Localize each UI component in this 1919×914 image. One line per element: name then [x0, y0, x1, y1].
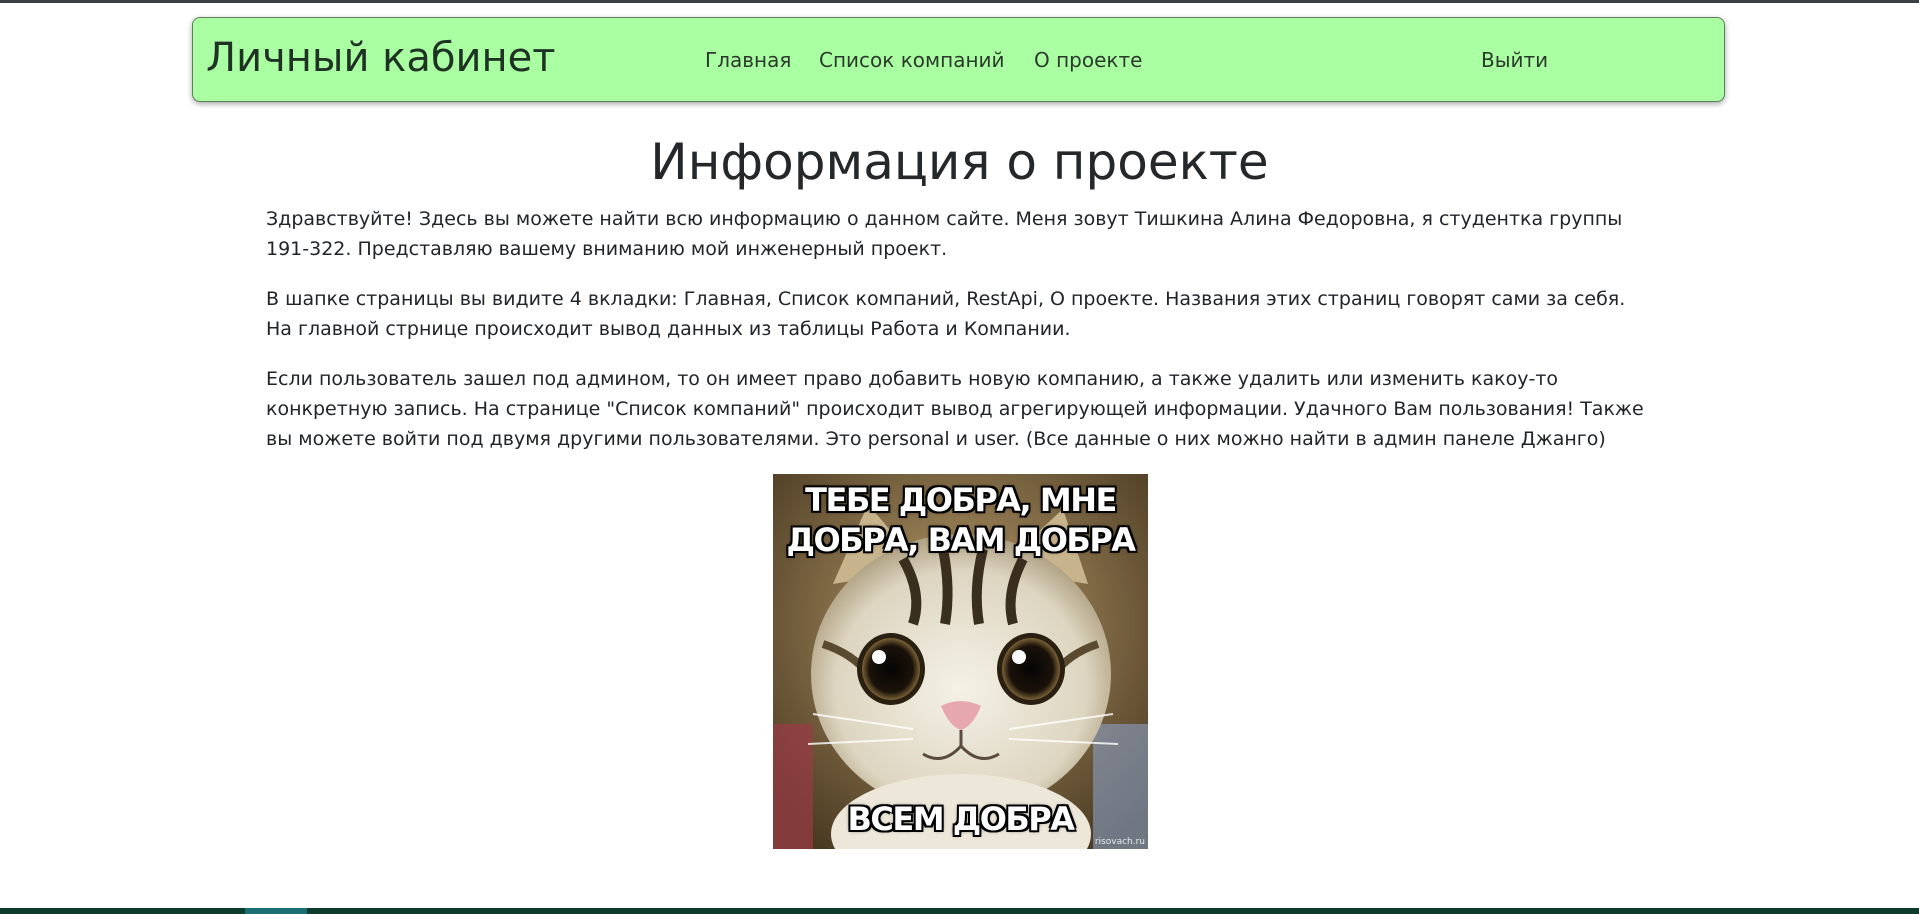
navbar: Личный кабинет Главная Список компаний О… — [192, 17, 1725, 102]
nav-link-companies[interactable]: Список компаний — [819, 48, 1005, 72]
users-paragraph: Если пользователь зашел под админом, то … — [266, 368, 1644, 450]
meme-caption-top-line1: ТЕБЕ ДОБРА, МНЕ — [805, 481, 1117, 519]
meme-watermark: risovach.ru — [1094, 837, 1145, 847]
intro-paragraph: Здравствуйте! Здесь вы можете найти всю … — [266, 208, 1623, 260]
about-content: Здравствуйте! Здесь вы можете найти всю … — [266, 204, 1656, 474]
brand-title[interactable]: Личный кабинет — [206, 34, 556, 82]
meme-caption-top-line2: ДОБРА, ВАМ ДОБРА — [786, 521, 1136, 559]
tabs-paragraph: В шапке страницы вы видите 4 вкладки: Гл… — [266, 288, 1626, 340]
page-title: Информация о проекте — [650, 133, 1269, 191]
nav-link-about[interactable]: О проекте — [1034, 48, 1142, 72]
logout-link[interactable]: Выйти — [1481, 48, 1548, 72]
cat-meme-image: ТЕБЕ ДОБРА, МНЕ ДОБРА, ВАМ ДОБРА ВСЕМ ДО… — [773, 474, 1148, 849]
nav-link-main[interactable]: Главная — [705, 48, 791, 72]
meme-caption-bottom: ВСЕМ ДОБРА — [847, 800, 1075, 838]
window-top-edge — [0, 0, 1919, 3]
taskbar-accent — [245, 908, 307, 914]
meme-caption-top: ТЕБЕ ДОБРА, МНЕ ДОБРА, ВАМ ДОБРА — [773, 480, 1148, 560]
